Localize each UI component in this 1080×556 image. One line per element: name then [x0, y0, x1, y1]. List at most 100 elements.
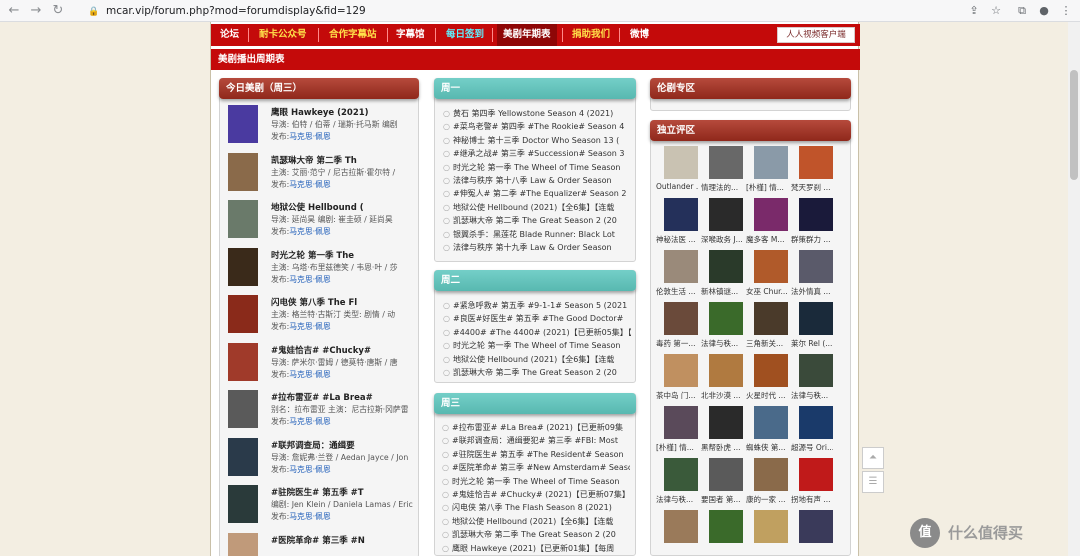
schedule-item-text[interactable]: 银翼杀手：黑莲花 Blade Runner: Black Lot: [453, 230, 615, 239]
poster-image[interactable]: [228, 342, 258, 381]
address-bar[interactable]: 🔒 mcar.vip/forum.php?mod=forumdisplay&fid…: [88, 2, 1018, 20]
publisher-link[interactable]: 马克思·佩恩: [289, 417, 330, 426]
schedule-item-text[interactable]: #菜鸟老警# 第四季 #The Rookie# Season 4: [453, 122, 624, 131]
poster-thumbnail[interactable]: [799, 354, 833, 387]
schedule-item[interactable]: ○ #良医#好医生# 第五季 #The Good Doctor#: [443, 313, 631, 324]
schedule-item-text[interactable]: 时光之轮 第一季 The Wheel of Time Season: [452, 477, 620, 486]
poster-thumbnail[interactable]: [754, 146, 788, 179]
today-item[interactable]: 凯瑟琳大帝 第二季 Th 主演: 艾丽·范宁 / 尼古拉斯·霍尔特 / 发布:马克思…: [228, 151, 420, 197]
poster-thumbnail[interactable]: [754, 198, 788, 231]
poster-image[interactable]: [228, 152, 258, 191]
poster-caption[interactable]: 深喉政务 J...: [701, 234, 743, 245]
today-item[interactable]: #联邦调查局：通缉要 导演: 詹妮弗·兰登 / Aedan Jayce / Jon…: [228, 436, 420, 482]
today-item[interactable]: #驻院医生# 第五季 #T 编剧: Jen Klein / Daniela Lam…: [228, 483, 420, 529]
today-item-title[interactable]: 凯瑟琳大帝 第二季 Th: [271, 154, 357, 166]
star-icon[interactable]: ☆: [986, 1, 1006, 21]
poster-image[interactable]: [228, 295, 258, 333]
back-to-top-button[interactable]: ⏶: [862, 447, 884, 469]
poster-caption[interactable]: 毒药 第一...: [656, 338, 698, 349]
schedule-item-text[interactable]: 地狱公使 Hellbound (2021)【全6集】【连载: [453, 355, 614, 364]
schedule-item[interactable]: ○ 地狱公使 Hellbound (2021)【全6集】【连载: [443, 202, 631, 213]
today-item[interactable]: 时光之轮 第一季 The 主演: 乌塔·布里兹德笑 / 韦恩·叶 / 莎发布:马克…: [228, 246, 420, 292]
schedule-item[interactable]: ○ 地狱公使 Hellbound (2021)【全6集】【连载: [442, 516, 630, 527]
today-item[interactable]: 闪电侠 第八季 The Fl 主演: 格兰特·古斯汀 类型: 剧情 / 动发布:马…: [228, 293, 420, 339]
today-item-title[interactable]: 时光之轮 第一季 The: [271, 249, 354, 261]
poster-caption[interactable]: Outlander ...: [656, 182, 698, 191]
poster-caption[interactable]: [朴槿] 情...: [656, 442, 698, 453]
poster-thumbnail[interactable]: [799, 302, 833, 335]
share-icon[interactable]: ⇪: [964, 1, 984, 21]
schedule-item[interactable]: ○ 凯瑟琳大帝 第二季 The Great Season 2 (20: [442, 529, 630, 540]
poster-thumbnail[interactable]: [709, 146, 743, 179]
forward-icon[interactable]: →: [26, 1, 46, 21]
schedule-item-text[interactable]: 闪电侠 第八季 The Flash Season 8 (2021): [452, 503, 612, 512]
schedule-item[interactable]: ○ 时光之轮 第一季 The Wheel of Time Season: [443, 162, 631, 173]
poster-thumbnail[interactable]: [664, 510, 698, 543]
poster-thumbnail[interactable]: [664, 146, 698, 179]
schedule-item[interactable]: ○ #紧急呼救# 第五季 #9-1-1# Season 5 (2021: [443, 300, 631, 311]
poster-thumbnail[interactable]: [799, 198, 833, 231]
schedule-item[interactable]: ○ #鬼娃恰吉# #Chucky# (2021)【已更新07集】: [442, 489, 630, 500]
poster-thumbnail[interactable]: [664, 250, 698, 283]
poster-image[interactable]: [228, 390, 258, 428]
poster-thumbnail[interactable]: [664, 458, 698, 491]
poster-caption[interactable]: 神秘法医 ...: [656, 234, 698, 245]
schedule-item[interactable]: ○ #拉布雷亚# #La Brea# (2021)【已更新09集: [442, 422, 630, 433]
schedule-item[interactable]: ○ 鹰眼 Hawkeye (2021)【已更新01集】【每周: [442, 543, 630, 554]
schedule-item-text[interactable]: 时光之轮 第一季 The Wheel of Time Season: [453, 163, 621, 172]
poster-image[interactable]: [228, 105, 258, 143]
poster-thumbnail[interactable]: [709, 302, 743, 335]
publisher-link[interactable]: 马克思·佩恩: [289, 512, 330, 521]
poster-caption[interactable]: 超源号 Ori...: [791, 442, 833, 453]
poster-caption[interactable]: 伦敦生活 ...: [656, 286, 698, 297]
poster-caption[interactable]: 魔多客 M...: [746, 234, 788, 245]
poster-caption[interactable]: 法律与秩...: [791, 390, 833, 401]
poster-caption[interactable]: 梵天罗刹 ...: [791, 182, 833, 193]
schedule-item-text[interactable]: 鹰眼 Hawkeye (2021)【已更新01集】【每周: [452, 544, 614, 553]
poster-thumbnail[interactable]: [709, 198, 743, 231]
schedule-item-text[interactable]: 地狱公使 Hellbound (2021)【全6集】【连载: [452, 517, 613, 526]
poster-caption[interactable]: 法律与秩...: [656, 494, 698, 505]
poster-thumbnail[interactable]: [709, 458, 743, 491]
schedule-item[interactable]: ○ 地狱公使 Hellbound (2021)【全6集】【连载: [443, 354, 631, 365]
poster-image[interactable]: [228, 437, 258, 476]
poster-caption[interactable]: 群策群力 ...: [791, 234, 833, 245]
publisher-link[interactable]: 马克思·佩恩: [289, 322, 330, 331]
poster-thumbnail[interactable]: [799, 458, 833, 491]
poster-caption[interactable]: 三角新关...: [746, 338, 788, 349]
publisher-link[interactable]: 马克思·佩恩: [289, 227, 330, 236]
schedule-item-text[interactable]: 法律与秩序 第十八季 Law & Order Season: [453, 176, 612, 185]
schedule-item-text[interactable]: 地狱公使 Hellbound (2021)【全6集】【连载: [453, 203, 614, 212]
today-item-title[interactable]: #联邦调查局：通缉要: [271, 439, 355, 451]
schedule-item[interactable]: ○ #伸冤人# 第二季 #The Equalizer# Season 2: [443, 188, 631, 199]
poster-thumbnail[interactable]: [754, 250, 788, 283]
poster-image[interactable]: [228, 200, 258, 238]
publisher-link[interactable]: 马克思·佩恩: [289, 275, 330, 284]
profile-icon[interactable]: ●: [1034, 1, 1054, 21]
schedule-item[interactable]: ○ 闪电侠 第八季 The Flash Season 8 (2021): [442, 502, 630, 513]
lunju-header[interactable]: 伦剧专区: [650, 78, 851, 99]
today-item-title[interactable]: #医院革命# 第三季 #N: [271, 534, 365, 546]
poster-caption[interactable]: 康的一家 ...: [746, 494, 788, 505]
poster-thumbnail[interactable]: [709, 250, 743, 283]
schedule-item[interactable]: ○ 法律与秩序 第十八季 Law & Order Season: [443, 175, 631, 186]
schedule-item[interactable]: ○ 时光之轮 第一季 The Wheel of Time Season: [443, 340, 631, 351]
today-item-title[interactable]: 地狱公使 Hellbound (: [271, 201, 364, 213]
schedule-item[interactable]: ○ #联邦调查局：通缉要犯# 第三季 #FBI: Most: [442, 435, 630, 446]
poster-thumbnail[interactable]: [709, 354, 743, 387]
schedule-item-text[interactable]: #继承之战# 第三季 #Succession# Season 3: [453, 149, 625, 158]
extensions-icon[interactable]: ⧉: [1012, 1, 1032, 21]
publisher-link[interactable]: 马克思·佩恩: [289, 370, 330, 379]
schedule-item-text[interactable]: #医院革命# 第三季 #New Amsterdam# Season: [452, 463, 630, 472]
schedule-item-text[interactable]: #联邦调查局：通缉要犯# 第三季 #FBI: Most: [452, 436, 618, 445]
schedule-item[interactable]: ○ 时光之轮 第一季 The Wheel of Time Season: [442, 476, 630, 487]
schedule-item-text[interactable]: 凯瑟琳大帝 第二季 The Great Season 2 (20: [453, 216, 617, 225]
poster-thumbnail[interactable]: [664, 354, 698, 387]
poster-thumbnail[interactable]: [754, 458, 788, 491]
poster-thumbnail[interactable]: [799, 406, 833, 439]
schedule-item-text[interactable]: #鬼娃恰吉# #Chucky# (2021)【已更新07集】: [452, 490, 630, 499]
app-client-button[interactable]: 人人视频客户端: [777, 27, 855, 43]
poster-caption[interactable]: 法律与秩...: [701, 338, 743, 349]
back-icon[interactable]: ←: [4, 1, 24, 21]
publisher-link[interactable]: 马克思·佩恩: [289, 132, 330, 141]
